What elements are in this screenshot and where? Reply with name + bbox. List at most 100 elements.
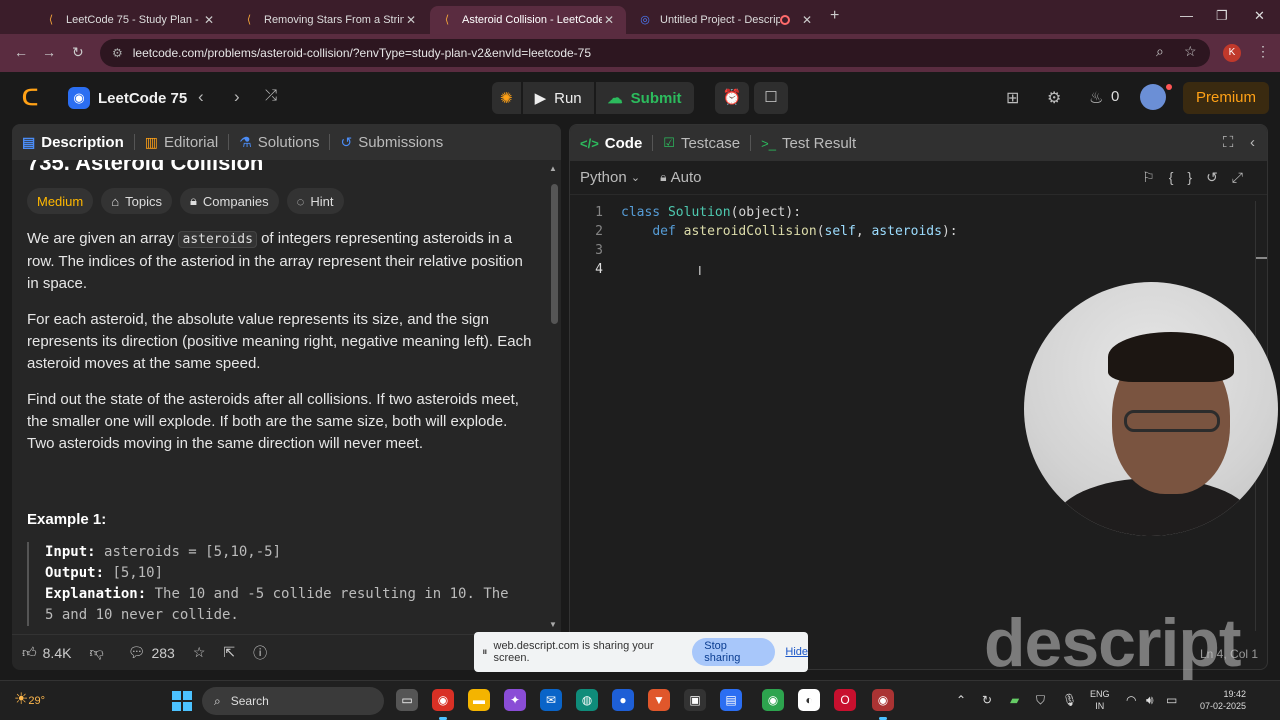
tab-code[interactable]: </> Code — [580, 135, 642, 152]
study-plan-title[interactable]: LeetCode 75 — [98, 90, 187, 107]
reset-icon[interactable]: ↺ — [1206, 169, 1232, 185]
user-avatar[interactable] — [1140, 84, 1166, 110]
debug-button[interactable]: ✺ — [492, 82, 521, 114]
minimize-icon[interactable]: — — [1180, 8, 1193, 23]
back-icon[interactable]: ← — [14, 44, 28, 60]
maximize-icon[interactable]: ❐ — [1216, 8, 1228, 24]
lightbulb-icon: ◌ — [296, 193, 305, 209]
zoom-icon[interactable]: ⌕ — [1156, 43, 1164, 60]
settings-gear-icon[interactable]: ⚙ — [1047, 88, 1061, 108]
hint-chip[interactable]: ◌ Hint — [286, 188, 344, 214]
volume-icon[interactable]: 🔊︎ — [1146, 693, 1154, 708]
browser-tab-descript[interactable]: ◎ Untitled Project - Descript ✕ — [628, 6, 824, 34]
bookmark-star-icon[interactable]: ☆ — [1184, 43, 1197, 60]
output-label: Output: — [45, 565, 105, 581]
dislike-button[interactable]: 👎︎ — [89, 644, 109, 661]
streak-fire-icon[interactable]: ♨ — [1089, 88, 1103, 108]
zoom-app-icon[interactable]: ● — [612, 689, 634, 711]
scroll-down-icon[interactable]: ▼ — [549, 620, 557, 629]
tab-close-icon[interactable]: ✕ — [202, 13, 216, 27]
clock[interactable]: 19:42 07-02-2025 — [1190, 688, 1246, 712]
scroll-position-mark — [1256, 257, 1267, 259]
browser-tab-leetcode75[interactable]: ⟨ LeetCode 75 - Study Plan - Lee ✕ — [34, 6, 226, 34]
notepad-icon[interactable]: ▤ — [720, 689, 742, 711]
chrome-profile-icon[interactable]: ◉ — [872, 689, 894, 720]
battery-icon[interactable]: ▭ — [1166, 693, 1177, 707]
help-button[interactable]: ⓘ — [253, 643, 267, 663]
next-problem-icon[interactable]: › — [234, 87, 240, 107]
language-select[interactable]: Python ⌄ — [580, 169, 640, 186]
tab-solutions[interactable]: ⚗ Solutions — [239, 134, 319, 151]
topics-chip[interactable]: ⌂ Topics — [101, 188, 172, 214]
tab-description[interactable]: ▤ Description — [22, 134, 124, 151]
leetcode-header: ᑕ ◉ LeetCode 75 ‹ › ⤮ ✺ ▶ Run ☁ Submit ⏰ ☐… — [0, 72, 1280, 124]
layout-grid-icon[interactable]: ⊞ — [1006, 88, 1019, 108]
new-tab-icon[interactable]: + — [830, 7, 839, 25]
like-button[interactable]: 👍︎ 8.4K — [22, 644, 71, 661]
language-indicator[interactable]: ENG IN — [1090, 688, 1110, 712]
brave-icon[interactable]: ▼ — [648, 689, 670, 711]
comments-button[interactable]: 💬︎ 283 — [128, 644, 175, 661]
prev-problem-icon[interactable]: ‹ — [198, 87, 204, 107]
address-bar[interactable]: ⚙ leetcode.com/problems/asteroid-collisi… — [100, 39, 1210, 67]
tab-close-icon[interactable]: ✕ — [602, 13, 616, 27]
browser-menu-icon[interactable]: ⋮ — [1256, 43, 1270, 60]
terminal-app-icon[interactable]: ▣ — [684, 689, 706, 711]
stop-sharing-button[interactable]: Stop sharing — [692, 638, 776, 666]
tab-editorial[interactable]: ▥ Editorial — [145, 134, 218, 151]
bookmark-icon[interactable]: ⚐ — [1142, 169, 1169, 185]
shuffle-icon[interactable]: ⤮ — [265, 87, 277, 104]
window-close-icon[interactable]: ✕ — [1254, 8, 1265, 24]
weather-widget[interactable]: ☀29° — [14, 689, 45, 709]
app-icon[interactable]: ◐ — [798, 689, 820, 711]
tab-testcase[interactable]: ☑ Testcase — [663, 135, 740, 152]
profile-avatar[interactable]: K — [1223, 44, 1241, 62]
submit-button[interactable]: ☁ Submit — [595, 82, 694, 114]
file-explorer-icon[interactable]: ▬ — [468, 689, 490, 711]
task-view-icon[interactable]: ▭ — [396, 689, 418, 711]
tab-close-icon[interactable]: ✕ — [404, 13, 418, 27]
tab-submissions[interactable]: ↺ Submissions — [340, 134, 443, 151]
collapse-icon[interactable]: ‹ — [1250, 134, 1255, 151]
description-scrollbar[interactable]: ▲ ▼ — [549, 164, 559, 630]
hide-share-bar-link[interactable]: Hide — [785, 646, 808, 658]
edge-icon[interactable]: ◍ — [576, 689, 598, 711]
forward-icon[interactable]: → — [42, 44, 56, 60]
scroll-up-icon[interactable]: ▲ — [549, 164, 557, 173]
microphone-icon[interactable]: 🎙︎ — [1062, 693, 1077, 707]
tab-title: Removing Stars From a String - — [264, 14, 404, 26]
autocomplete-mode[interactable]: 🔒︎ Auto — [660, 169, 701, 186]
chrome-app-icon[interactable]: ◉ — [432, 689, 454, 720]
defender-icon[interactable]: ⛉ — [1036, 693, 1045, 708]
outlook-icon[interactable]: ✉ — [540, 689, 562, 711]
problem-description: 735. Asteroid Collision Medium ⌂ Topics 🔒… — [12, 160, 547, 634]
leetcode-logo-icon[interactable]: ᑕ — [22, 86, 46, 110]
tab-test-result[interactable]: >_ Test Result — [761, 135, 856, 152]
premium-button[interactable]: Premium — [1183, 82, 1269, 114]
copilot-icon[interactable]: ✦ — [504, 689, 526, 711]
wifi-icon[interactable]: ◠ — [1126, 693, 1136, 707]
reload-icon[interactable]: ↻ — [72, 44, 84, 61]
share-button[interactable]: ⇱ — [223, 644, 235, 661]
start-button[interactable] — [172, 691, 192, 711]
tab-close-icon[interactable]: ✕ — [800, 13, 814, 27]
sync-icon[interactable]: ↻ — [982, 693, 992, 707]
timer-button[interactable]: ⏰ — [715, 82, 749, 114]
chrome-alt-icon[interactable]: ◉ — [762, 689, 784, 711]
companies-chip[interactable]: 🔒︎ Companies — [179, 188, 279, 214]
nvidia-icon[interactable]: ▰ — [1010, 693, 1019, 707]
tray-overflow-icon[interactable]: ⌃ — [956, 693, 966, 707]
browser-tab-asteroid-collision[interactable]: ⟨ Asteroid Collision - LeetCode ✕ — [430, 6, 626, 34]
taskbar-search[interactable]: ⌕ Search — [202, 687, 384, 715]
scroll-thumb[interactable] — [551, 184, 558, 324]
format-braces-icon[interactable]: {} — [1169, 169, 1206, 185]
site-info-icon[interactable]: ⚙ — [112, 46, 123, 60]
browser-tab-removing-stars[interactable]: ⟨ Removing Stars From a String - ✕ — [232, 6, 428, 34]
opera-icon[interactable]: O — [834, 689, 856, 711]
favorite-button[interactable]: ☆ — [193, 644, 206, 661]
fullscreen-icon[interactable]: ⛶ — [1223, 134, 1234, 151]
notes-button[interactable]: ☐ — [754, 82, 788, 114]
expand-icon[interactable]: ⤢ — [1232, 169, 1257, 185]
screen-share-bar: ⏸ web.descript.com is sharing your scree… — [474, 632, 808, 672]
run-button[interactable]: ▶ Run — [522, 82, 594, 114]
